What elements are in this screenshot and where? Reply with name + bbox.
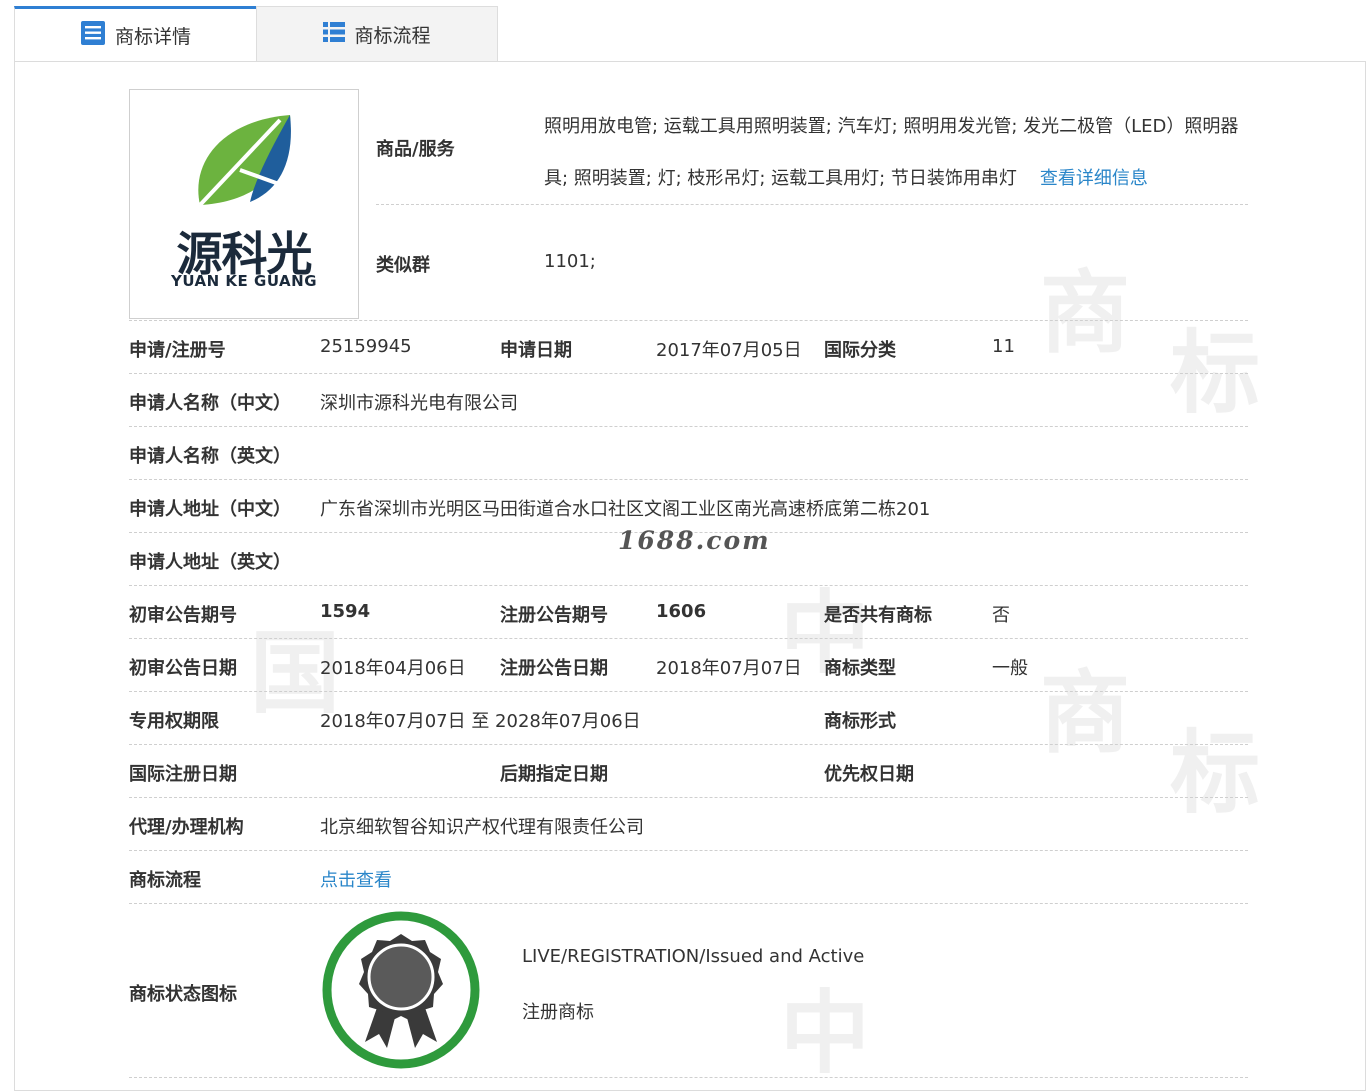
shared-value: 否: [992, 605, 1010, 626]
address-cn-value: 广东省深圳市光明区马田街道合水口社区文阁工业区南光高速桥底第二栋201: [320, 499, 931, 520]
tm-type-label: 商标类型: [824, 658, 896, 679]
address-en-label: 申请人地址（英文）: [129, 552, 291, 573]
flow-label: 商标流程: [129, 870, 201, 891]
reg-notice-date-label: 注册公告日期: [500, 658, 608, 679]
logo-english-text: YUAN KE GUANG: [170, 272, 318, 290]
divider: [129, 320, 1248, 321]
divider: [129, 373, 1248, 374]
leaf-logo-icon: [198, 115, 291, 207]
divider: [376, 204, 1248, 205]
exclusive-label: 专用权期限: [129, 711, 219, 732]
tab-label: 商标详情: [114, 26, 191, 48]
tm-type-value: 一般: [992, 658, 1028, 679]
later-date-label: 后期指定日期: [500, 764, 608, 785]
list-doc-icon: [80, 20, 106, 51]
prelim-no-value: 1594: [320, 601, 371, 622]
intl-class-label: 国际分类: [824, 340, 896, 361]
divider: [129, 797, 1248, 798]
goods-label: 商品/服务: [376, 139, 455, 160]
divider: [129, 426, 1248, 427]
divider: [129, 585, 1248, 586]
apply-date-label: 申请日期: [500, 340, 572, 361]
divider: [129, 638, 1248, 639]
status-icon-label: 商标状态图标: [129, 984, 237, 1005]
apply-date-value: 2017年07月05日: [656, 340, 802, 361]
status-chinese: 注册商标: [522, 1002, 594, 1023]
background-watermark: 商: [1040, 660, 1130, 766]
divider: [129, 903, 1248, 904]
prelim-date-value: 2018年04月06日: [320, 658, 466, 679]
divider: [129, 850, 1248, 851]
address-cn-label: 申请人地址（中文）: [129, 499, 291, 520]
site-watermark: 1688.com: [618, 526, 771, 555]
tm-form-label: 商标形式: [824, 711, 896, 732]
prelim-date-label: 初审公告日期: [129, 658, 237, 679]
status-english: LIVE/REGISTRATION/Issued and Active: [522, 946, 865, 967]
intl-reg-date-label: 国际注册日期: [129, 764, 237, 785]
reg-notice-no-value: 1606: [656, 601, 707, 622]
divider: [129, 691, 1248, 692]
applicant-cn-value: 深圳市源科光电有限公司: [320, 393, 518, 414]
divider: [129, 479, 1248, 480]
reg-no-label: 申请/注册号: [129, 340, 226, 361]
similar-group-value: 1101;: [544, 251, 596, 272]
registered-badge-icon: [321, 910, 481, 1070]
similar-group-label: 类似群: [376, 255, 430, 276]
trademark-logo: 源科光 YUAN KE GUANG: [129, 89, 359, 319]
exclusive-value: 2018年07月07日 至 2028年07月06日: [320, 711, 641, 732]
background-watermark: 标: [1170, 720, 1260, 826]
intl-class-value: 11: [992, 336, 1015, 357]
background-watermark: 中: [780, 980, 870, 1086]
tab-trademark-flow[interactable]: 商标流程: [256, 6, 498, 62]
applicant-en-label: 申请人名称（英文）: [129, 446, 291, 467]
priority-label: 优先权日期: [824, 764, 914, 785]
divider: [129, 1077, 1248, 1078]
applicant-cn-label: 申请人名称（中文）: [129, 393, 291, 414]
agent-label: 代理/办理机构: [129, 817, 244, 838]
reg-no-value: 25159945: [320, 336, 412, 357]
shared-label: 是否共有商标: [824, 605, 932, 626]
flow-list-icon: [323, 21, 346, 48]
view-details-link[interactable]: 查看详细信息: [1040, 168, 1148, 189]
prelim-no-label: 初审公告期号: [129, 605, 237, 626]
tab-label: 商标流程: [354, 25, 431, 47]
view-flow-link[interactable]: 点击查看: [320, 866, 392, 892]
goods-value: 照明用放电管; 运载工具用照明装置; 汽车灯; 照明用发光管; 发光二极管（LE…: [544, 101, 1244, 205]
divider: [129, 744, 1248, 745]
reg-notice-date-value: 2018年07月07日: [656, 658, 802, 679]
agent-value: 北京细软智谷知识产权代理有限责任公司: [320, 817, 644, 838]
background-watermark: 商: [1040, 260, 1130, 366]
reg-notice-no-label: 注册公告期号: [500, 605, 608, 626]
tab-trademark-detail[interactable]: 商标详情: [14, 6, 256, 62]
